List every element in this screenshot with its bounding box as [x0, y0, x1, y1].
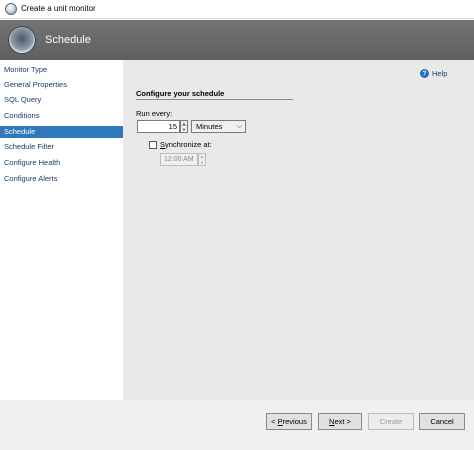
spin-down-icon[interactable]: ▼ — [181, 127, 187, 132]
section-title: Configure your schedule — [136, 89, 225, 98]
schedule-panel: ? Help Configure your schedule Run every… — [123, 60, 474, 400]
help-link[interactable]: Help — [432, 69, 447, 78]
page-banner: Schedule — [0, 20, 474, 60]
window-title: Create a unit monitor — [21, 4, 96, 13]
spin-down-icon: ▼ — [200, 160, 204, 165]
step-configure-alerts[interactable]: Configure Alerts — [0, 173, 123, 185]
help-icon[interactable]: ? — [420, 69, 429, 78]
step-schedule-filter[interactable]: Schedule Filter — [0, 141, 123, 153]
wizard-steps: Monitor Type General Properties SQL Quer… — [0, 60, 123, 400]
wizard-footer: < Previous Next > Create Cancel — [0, 400, 474, 450]
step-configure-health[interactable]: Configure Health — [0, 157, 123, 169]
page-title: Schedule — [45, 34, 91, 46]
sync-time-spinner: ▲ ▼ — [198, 153, 206, 166]
run-every-input[interactable]: 15 — [137, 120, 180, 133]
cancel-button[interactable]: Cancel — [419, 413, 465, 430]
app-icon — [5, 3, 17, 15]
step-conditions[interactable]: Conditions — [0, 110, 123, 122]
monitor-orb-icon — [8, 26, 36, 54]
next-button[interactable]: Next > — [318, 413, 362, 430]
title-bar: Create a unit monitor — [0, 0, 474, 19]
run-every-label: Run every: — [136, 109, 173, 118]
previous-button[interactable]: < Previous — [266, 413, 312, 430]
step-sql-query[interactable]: SQL Query — [0, 94, 123, 106]
synchronize-label[interactable]: Synchronize at: — [160, 140, 212, 149]
sync-time-input: 12:00 AM — [160, 153, 198, 166]
section-divider — [136, 99, 293, 100]
interval-unit-select[interactable]: Minutes ⌵ — [191, 120, 246, 133]
spin-up-icon: ▲ — [200, 154, 204, 159]
step-schedule[interactable]: Schedule — [0, 126, 123, 138]
spin-up-icon[interactable]: ▲ — [181, 121, 187, 126]
chevron-down-icon: ⌵ — [236, 123, 242, 130]
step-general-properties[interactable]: General Properties — [0, 79, 123, 91]
create-button[interactable]: Create — [368, 413, 414, 430]
step-monitor-type[interactable]: Monitor Type — [0, 64, 123, 76]
synchronize-checkbox[interactable] — [149, 141, 157, 149]
interval-unit-value: Minutes — [196, 122, 223, 131]
run-every-spinner[interactable]: ▲ ▼ — [180, 120, 188, 133]
